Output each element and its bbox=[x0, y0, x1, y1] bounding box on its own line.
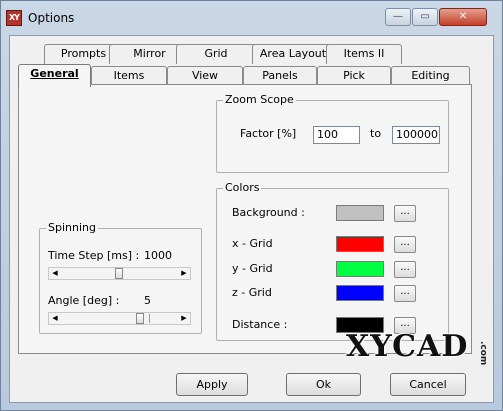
background-color-swatch bbox=[336, 205, 384, 221]
colors-group: Colors Background : ... x - Grid ... y -… bbox=[216, 181, 449, 341]
minimize-button[interactable]: — bbox=[385, 8, 411, 26]
tab-panels[interactable]: Panels bbox=[243, 66, 317, 86]
z-grid-color-swatch bbox=[336, 285, 384, 301]
background-color-label: Background : bbox=[232, 206, 305, 219]
tab-general[interactable]: General bbox=[18, 64, 91, 87]
arrow-left-icon[interactable]: ◀ bbox=[49, 268, 61, 279]
background-color-button[interactable]: ... bbox=[394, 205, 416, 222]
tab-pick[interactable]: Pick bbox=[317, 66, 391, 86]
maximize-button[interactable]: ▭ bbox=[412, 8, 438, 26]
close-button[interactable]: ✕ bbox=[439, 8, 487, 26]
ok-button[interactable]: Ok bbox=[286, 373, 361, 396]
angle-value: 5 bbox=[144, 294, 151, 307]
zoom-scope-title: Zoom Scope bbox=[223, 93, 296, 106]
zoom-factor-to-input[interactable]: 100000 bbox=[392, 126, 440, 144]
options-window: XY Options — ▭ ✕ Prompts Mirror Grid Are… bbox=[0, 0, 503, 411]
time-step-value: 1000 bbox=[144, 249, 172, 262]
slider-tick bbox=[149, 314, 150, 323]
arrow-right-icon[interactable]: ▶ bbox=[178, 268, 190, 279]
y-grid-color-swatch bbox=[336, 261, 384, 277]
angle-slider[interactable]: ◀ ▶ bbox=[48, 312, 191, 325]
to-label: to bbox=[370, 127, 382, 140]
arrow-right-icon[interactable]: ▶ bbox=[178, 313, 190, 324]
tab-items-ii[interactable]: Items II bbox=[326, 44, 402, 64]
tab-view[interactable]: View bbox=[167, 66, 243, 86]
arrow-left-icon[interactable]: ◀ bbox=[49, 313, 61, 324]
general-tab-panel: Zoom Scope Factor [%] 100 to 100000 Colo… bbox=[18, 84, 472, 354]
watermark-logo: XYCAD bbox=[346, 329, 469, 364]
time-step-thumb[interactable] bbox=[115, 268, 123, 279]
distance-color-label: Distance : bbox=[232, 318, 288, 331]
window-title: Options bbox=[28, 11, 75, 25]
title-bar[interactable]: XY Options — ▭ ✕ bbox=[1, 1, 502, 35]
spinning-group: Spinning Time Step [ms] : 1000 ◀ ▶ Angle… bbox=[39, 221, 202, 334]
zoom-scope-group: Zoom Scope Factor [%] 100 to 100000 bbox=[216, 93, 449, 173]
z-grid-color-button[interactable]: ... bbox=[394, 285, 416, 302]
y-grid-color-button[interactable]: ... bbox=[394, 261, 416, 278]
y-grid-color-label: y - Grid bbox=[232, 262, 273, 275]
tab-items[interactable]: Items bbox=[91, 66, 167, 86]
time-step-slider[interactable]: ◀ ▶ bbox=[48, 267, 191, 280]
z-grid-color-label: z - Grid bbox=[232, 286, 272, 299]
factor-label: Factor [%] bbox=[240, 127, 297, 140]
apply-button[interactable]: Apply bbox=[176, 373, 248, 396]
x-grid-color-button[interactable]: ... bbox=[394, 236, 416, 253]
tab-grid[interactable]: Grid bbox=[176, 44, 256, 64]
spinning-title: Spinning bbox=[46, 221, 98, 234]
tab-editing[interactable]: Editing bbox=[391, 66, 470, 86]
x-grid-color-label: x - Grid bbox=[232, 237, 273, 250]
cancel-button[interactable]: Cancel bbox=[390, 373, 466, 396]
time-step-label: Time Step [ms] : bbox=[48, 249, 140, 262]
colors-title: Colors bbox=[223, 181, 262, 194]
angle-label: Angle [deg] : bbox=[48, 294, 120, 307]
zoom-factor-from-input[interactable]: 100 bbox=[313, 126, 360, 144]
app-logo-icon: XY bbox=[6, 10, 22, 26]
angle-thumb[interactable] bbox=[136, 313, 144, 324]
x-grid-color-swatch bbox=[336, 236, 384, 252]
tab-area-layout[interactable]: Area Layout bbox=[252, 44, 334, 64]
watermark-suffix: .com bbox=[478, 341, 488, 366]
